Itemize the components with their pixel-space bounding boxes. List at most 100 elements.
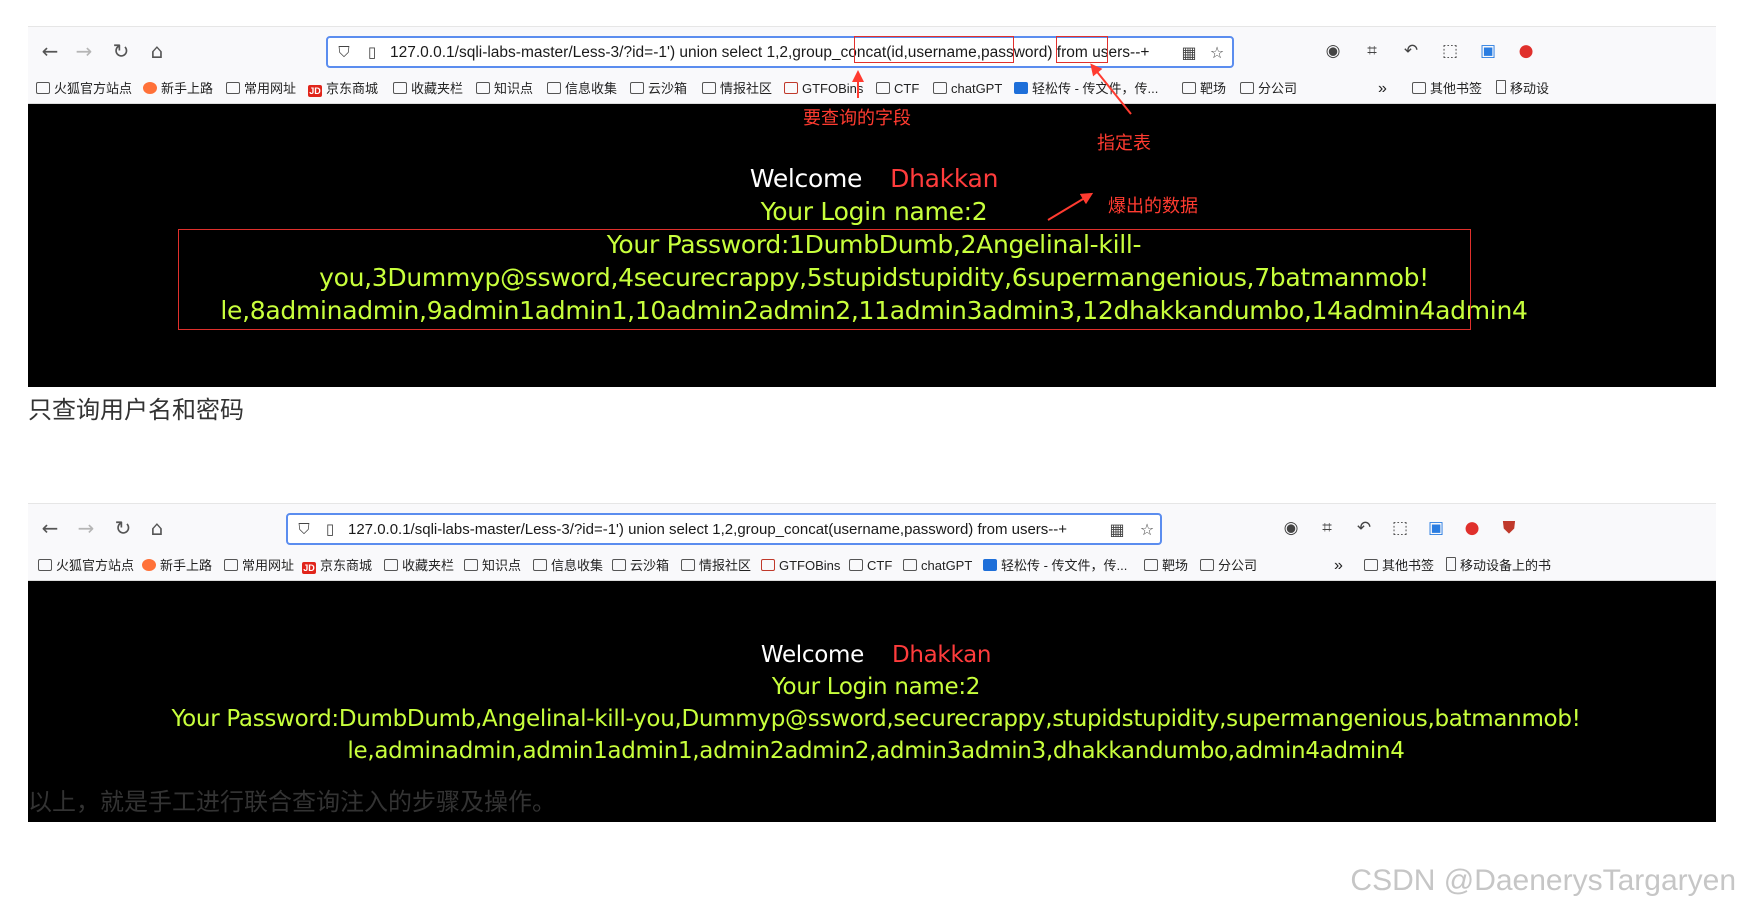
bookmark-item[interactable]: 知识点 xyxy=(464,557,521,575)
back-icon[interactable]: ← xyxy=(38,516,62,540)
bookmark-item[interactable]: chatGPT xyxy=(933,80,1002,98)
login-name: Your Login name:2 xyxy=(760,197,988,226)
qr-icon[interactable]: ▦ xyxy=(1106,519,1128,541)
forward-icon[interactable]: → xyxy=(74,516,98,540)
data-annotation: 爆出的数据 xyxy=(1108,196,1198,217)
gtfobins-icon xyxy=(761,559,775,571)
bookmarks-overflow-button[interactable]: » xyxy=(1334,557,1343,575)
bookmarks-toolbar: 火狐官方站点 新手上路 常用网址 JD 京东商城 收藏夹栏 知识点 信息收集 云沙… xyxy=(28,74,1716,104)
forward-icon[interactable]: → xyxy=(72,39,96,63)
bookmark-item[interactable]: GTFOBins xyxy=(784,80,863,98)
csdn-watermark: CSDN @DaenerysTargaryen xyxy=(1350,864,1736,897)
folder-icon xyxy=(464,559,478,571)
username-text: Dhakkan xyxy=(891,642,992,668)
browser-screenshot-2: ← → ↻ ⌂ ⛉ ▯ 127.0.0.1/sqli-labs-master/L… xyxy=(28,503,1716,822)
bookmark-item[interactable]: 云沙箱 xyxy=(630,80,687,98)
reload-icon[interactable]: ↻ xyxy=(109,39,133,63)
folder-icon xyxy=(630,82,644,94)
bookmark-item[interactable]: 火狐官方站点 xyxy=(36,80,132,98)
folder-icon xyxy=(38,559,52,571)
bookmark-item[interactable]: 火狐官方站点 xyxy=(38,557,134,575)
bookmark-item[interactable]: 分公司 xyxy=(1240,80,1297,98)
folder-icon xyxy=(1412,82,1426,94)
url-text[interactable]: 127.0.0.1/sqli-labs-master/Less-3/?id=-1… xyxy=(390,43,1149,63)
account-icon[interactable]: ◉ xyxy=(1279,516,1303,540)
undo-icon[interactable]: ↶ xyxy=(1352,516,1376,540)
folder-icon xyxy=(1200,559,1214,571)
browser-screenshot-1: ← → ↻ ⌂ ⛉ ▯ 127.0.0.1/sqli-labs-master/L… xyxy=(28,26,1716,387)
url-text[interactable]: 127.0.0.1/sqli-labs-master/Less-3/?id=-1… xyxy=(348,520,1067,540)
star-icon[interactable]: ☆ xyxy=(1206,42,1228,64)
crop-icon[interactable]: ⌗ xyxy=(1315,516,1339,540)
data-highlight-box xyxy=(178,229,1471,330)
bookmarks-toolbar: 火狐官方站点 新手上路 常用网址 JD 京东商城 收藏夹栏 知识点 信息收集 云沙… xyxy=(28,551,1716,581)
bookmark-item[interactable]: 知识点 xyxy=(476,80,533,98)
bookmarks-overflow-button[interactable]: » xyxy=(1378,80,1387,98)
folder-icon xyxy=(226,82,240,94)
bookmark-item[interactable]: 分公司 xyxy=(1200,557,1257,575)
bookmark-item[interactable]: JD 京东商城 xyxy=(308,80,378,98)
bookmark-item[interactable]: 信息收集 xyxy=(533,557,603,575)
bookmark-item[interactable]: 常用网址 xyxy=(226,80,296,98)
ad-block-icon[interactable]: ● xyxy=(1514,39,1538,63)
screenshot-icon[interactable]: ▣ xyxy=(1424,516,1448,540)
bookmark-item[interactable]: 靶场 xyxy=(1144,557,1188,575)
reload-icon[interactable]: ↻ xyxy=(111,516,135,540)
folder-icon xyxy=(1144,559,1158,571)
bookmark-item[interactable]: 靶场 xyxy=(1182,80,1226,98)
bookmark-item[interactable]: 新手上路 xyxy=(142,557,212,575)
page-icon[interactable]: ▯ xyxy=(320,519,340,539)
bookmark-item[interactable]: GTFOBins xyxy=(761,557,840,575)
bookmark-item[interactable]: 收藏夹栏 xyxy=(393,80,463,98)
home-icon[interactable]: ⌂ xyxy=(145,516,169,540)
fields-annotation: 要查询的字段 xyxy=(803,108,911,129)
account-icon[interactable]: ◉ xyxy=(1321,39,1345,63)
folder-icon xyxy=(533,559,547,571)
bookmark-item[interactable]: 新手上路 xyxy=(143,80,213,98)
firefox-icon xyxy=(143,82,157,94)
bookmark-item[interactable]: 轻松传 - 传文件，传... xyxy=(1014,80,1158,98)
bookmark-item[interactable]: 其他书签 xyxy=(1412,80,1482,98)
folder-icon xyxy=(849,559,863,571)
bookmark-item[interactable]: 常用网址 xyxy=(224,557,294,575)
ublock-icon[interactable]: ⛊ xyxy=(1497,516,1521,540)
bookmark-item[interactable]: 收藏夹栏 xyxy=(384,557,454,575)
welcome-text: Welcome xyxy=(760,642,864,668)
extensions-icon[interactable]: ⬚ xyxy=(1438,39,1462,63)
qr-icon[interactable]: ▦ xyxy=(1178,42,1200,64)
bookmark-item[interactable]: 其他书签 xyxy=(1364,557,1434,575)
url-bar[interactable]: ⛉ ▯ 127.0.0.1/sqli-labs-master/Less-3/?i… xyxy=(286,513,1162,545)
welcome-line: Welcome Dhakkan xyxy=(32,164,1716,193)
bookmark-item[interactable]: 移动设备上的书 xyxy=(1446,557,1551,575)
folder-icon xyxy=(903,559,917,571)
bookmark-item[interactable]: 移动设 xyxy=(1496,80,1549,98)
back-icon[interactable]: ← xyxy=(38,39,62,63)
shield-icon[interactable]: ⛉ xyxy=(294,519,314,539)
jd-icon: JD xyxy=(308,85,322,97)
extensions-icon[interactable]: ⬚ xyxy=(1388,516,1412,540)
bookmark-item[interactable]: CTF xyxy=(876,80,919,98)
bookmark-item[interactable]: chatGPT xyxy=(903,557,972,575)
username-text: Dhakkan xyxy=(890,164,999,193)
star-icon[interactable]: ☆ xyxy=(1136,519,1158,541)
screenshot-icon[interactable]: ▣ xyxy=(1476,39,1500,63)
shield-icon[interactable]: ⛉ xyxy=(334,42,354,62)
bookmark-item[interactable]: 情报社区 xyxy=(702,80,772,98)
undo-icon[interactable]: ↶ xyxy=(1399,39,1423,63)
page-icon[interactable]: ▯ xyxy=(362,42,382,62)
bookmark-item[interactable]: 轻松传 - 传文件，传... xyxy=(983,557,1127,575)
bookmark-item[interactable]: 云沙箱 xyxy=(612,557,669,575)
home-icon[interactable]: ⌂ xyxy=(145,39,169,63)
ad-block-icon[interactable]: ● xyxy=(1460,516,1484,540)
folder-icon xyxy=(702,82,716,94)
bookmark-item[interactable]: JD 京东商城 xyxy=(302,557,372,575)
folder-icon xyxy=(681,559,695,571)
jd-icon: JD xyxy=(302,562,316,574)
table-annotation: 指定表 xyxy=(1097,133,1151,154)
bookmark-item[interactable]: 情报社区 xyxy=(681,557,751,575)
welcome-text: Welcome xyxy=(749,164,863,193)
bookmark-item[interactable]: CTF xyxy=(849,557,892,575)
crop-icon[interactable]: ⌗ xyxy=(1360,39,1384,63)
bookmark-item[interactable]: 信息收集 xyxy=(547,80,617,98)
folder-icon xyxy=(547,82,561,94)
